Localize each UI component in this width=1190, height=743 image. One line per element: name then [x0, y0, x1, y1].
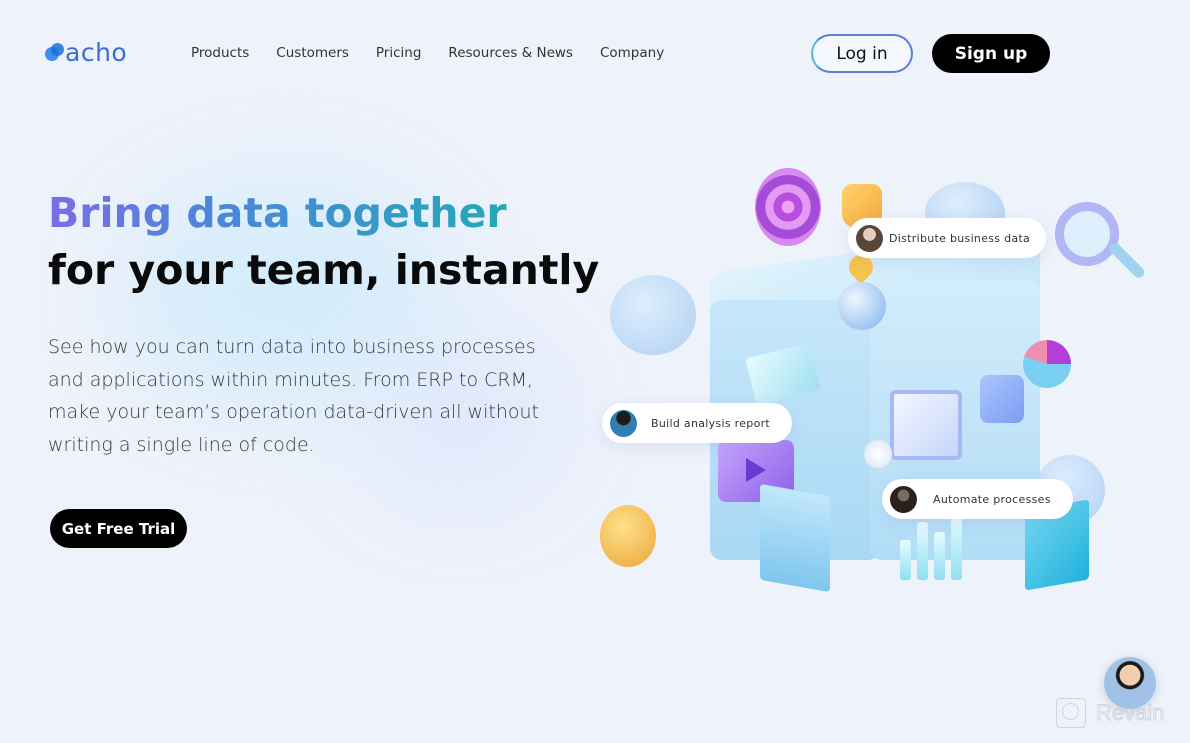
hero-title: Bring data together for your team, insta…: [48, 186, 599, 300]
hero-title-line-2: for your team, instantly: [48, 246, 600, 294]
cloud-icon: [610, 275, 696, 355]
nav-pricing[interactable]: Pricing: [376, 45, 422, 61]
main-nav: Products Customers Pricing Resources & N…: [191, 45, 664, 61]
bar-chart-icon: [900, 510, 970, 580]
revain-logo-icon: [1056, 698, 1086, 728]
avatar: [890, 485, 917, 513]
hero-title-line-1: Bring data together: [48, 186, 507, 240]
feature-chip-distribute: Distribute business data: [848, 218, 1047, 258]
login-button[interactable]: Log in: [811, 34, 913, 73]
image-frame-icon: [890, 390, 962, 460]
feature-chip-automate: Automate processes: [882, 479, 1073, 519]
signup-button[interactable]: Sign up: [932, 34, 1050, 73]
money-bag-icon: [600, 505, 656, 567]
lightbulb-icon: [864, 440, 892, 468]
hero-description: See how you can turn data into business …: [48, 336, 539, 456]
logo-mark-icon: [45, 42, 67, 66]
target-icon: [755, 168, 821, 246]
avatar: [856, 224, 883, 252]
play-icon: [746, 458, 766, 482]
nav-resources-news[interactable]: Resources & News: [448, 45, 573, 61]
revain-watermark: Revain: [1056, 698, 1165, 728]
nav-products[interactable]: Products: [191, 45, 249, 61]
avatar: [610, 409, 637, 437]
nav-company[interactable]: Company: [600, 45, 664, 61]
get-free-trial-button[interactable]: Get Free Trial: [50, 509, 187, 548]
pie-chart-icon: [1023, 340, 1071, 388]
chip-label: Build analysis report: [651, 416, 771, 430]
chip-label: Distribute business data: [889, 231, 1031, 245]
watermark-text: Revain: [1095, 700, 1165, 726]
feature-chip-build-report: Build analysis report: [602, 403, 793, 443]
chip-label: Automate processes: [933, 492, 1051, 506]
logo-text: acho: [65, 38, 128, 67]
globe-icon: [838, 282, 886, 330]
document-scroll-icon: [760, 483, 830, 593]
magnifier-icon: [1055, 202, 1119, 266]
acho-logo[interactable]: acho: [45, 36, 127, 66]
magnifier-handle: [1107, 241, 1147, 280]
nav-customers[interactable]: Customers: [276, 45, 349, 61]
upload-icon: [980, 375, 1024, 423]
